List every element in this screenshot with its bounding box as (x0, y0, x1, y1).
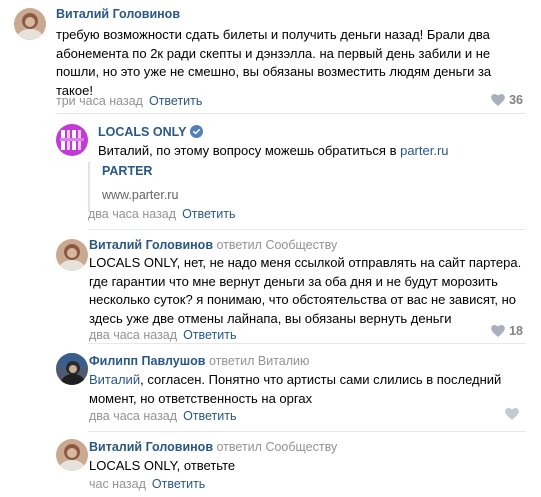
reply-button[interactable]: Ответить (149, 94, 202, 108)
parter-link[interactable]: parter.ru (400, 143, 448, 158)
comment-body: , согласен. Понятно что артисты сами сли… (89, 372, 502, 406)
author-name[interactable]: Виталий Головинов (89, 238, 213, 252)
comment-text: Виталий, по этому вопросу можешь обратит… (98, 142, 528, 161)
timestamp[interactable]: два часа назад (88, 207, 176, 221)
avatar[interactable] (56, 353, 88, 385)
divider (88, 343, 526, 344)
author-name[interactable]: Виталий Головинов (56, 7, 180, 21)
author-line: Филипп Павлушов ответил Виталию (89, 353, 309, 369)
like-button[interactable]: 36 (491, 93, 523, 107)
user-avatar-image (56, 439, 88, 471)
comment-2: LOCALS ONLY Виталий, по этому вопросу мо… (0, 116, 541, 231)
avatar[interactable] (56, 239, 88, 271)
user-avatar-image (56, 239, 88, 271)
avatar[interactable] (56, 124, 88, 156)
author-line: Виталий Головинов ответил Сообществу (89, 439, 337, 455)
author-name[interactable]: LOCALS ONLY (98, 125, 186, 139)
timestamp[interactable]: час назад (89, 477, 146, 491)
text-before-link: Виталий, по этому вопросу можешь обратит… (98, 143, 401, 158)
comment-3: Виталий Головинов ответил Сообществу LOC… (0, 231, 541, 343)
reply-button[interactable]: Ответить (183, 328, 236, 342)
comment-text: требую возможности сдать билеты и получи… (56, 27, 492, 98)
like-count: 18 (509, 324, 523, 338)
replied-to-link[interactable]: Сообществу (265, 440, 337, 454)
mention-link[interactable]: Виталий (89, 372, 140, 387)
comment-4: Филипп Павлушов ответил Виталию Виталий,… (0, 345, 541, 433)
replied-to-link[interactable]: Сообществу (265, 238, 337, 252)
comment-text: LOCALS ONLY, нет, не надо меня ссылкой о… (89, 255, 522, 326)
locals-only-logo (56, 124, 88, 156)
avatar[interactable] (14, 8, 46, 40)
comment-text: LOCALS ONLY, ответьте (89, 458, 236, 473)
snippet-url: www.parter.ru (102, 188, 179, 202)
comment-1: Виталий Головинов требую возможности сда… (0, 0, 541, 116)
divider (88, 431, 526, 432)
divider (88, 229, 526, 230)
comment-meta: два часа назад Ответить (89, 408, 237, 424)
heart-icon (491, 94, 505, 106)
divider (56, 113, 526, 114)
comment-meta: два часа назад Ответить (88, 206, 236, 222)
like-button[interactable]: 18 (491, 324, 523, 338)
author-line: LOCALS ONLY (98, 124, 204, 140)
comment-meta: два часа назад Ответить (89, 327, 237, 343)
avatar[interactable] (56, 439, 88, 471)
link-snippet[interactable]: PARTER www.parter.ru (88, 162, 388, 212)
user-avatar-image (56, 353, 88, 385)
comment-meta: три часа назад Ответить (56, 93, 202, 109)
comment-5: Виталий Головинов ответил Сообществу LOC… (0, 433, 541, 497)
like-button[interactable] (505, 408, 523, 420)
like-count: 36 (509, 93, 523, 107)
heart-icon (505, 408, 519, 420)
verified-icon (190, 125, 204, 138)
replied-label: ответил (216, 440, 262, 454)
author-name[interactable]: Филипп Павлушов (89, 354, 205, 368)
heart-icon (491, 325, 505, 337)
replied-to-link[interactable]: Виталию (258, 354, 310, 368)
replied-label: ответил (216, 238, 262, 252)
reply-button[interactable]: Ответить (182, 207, 235, 221)
comment-meta: час назад Ответить (89, 476, 205, 492)
reply-button[interactable]: Ответить (152, 477, 205, 491)
snippet-title[interactable]: PARTER (102, 164, 152, 178)
timestamp[interactable]: два часа назад (89, 328, 177, 342)
replied-label: ответил (208, 354, 255, 368)
author-line: Виталий Головинов ответил Сообществу (89, 237, 337, 253)
reply-button[interactable]: Ответить (183, 409, 236, 423)
author-name[interactable]: Виталий Головинов (89, 440, 213, 454)
comment-text: Виталий, согласен. Понятно что артисты с… (89, 371, 527, 408)
timestamp[interactable]: два часа назад (89, 409, 177, 423)
user-avatar-image (14, 8, 46, 40)
timestamp[interactable]: три часа назад (56, 94, 143, 108)
author-line: Виталий Головинов (56, 6, 180, 22)
